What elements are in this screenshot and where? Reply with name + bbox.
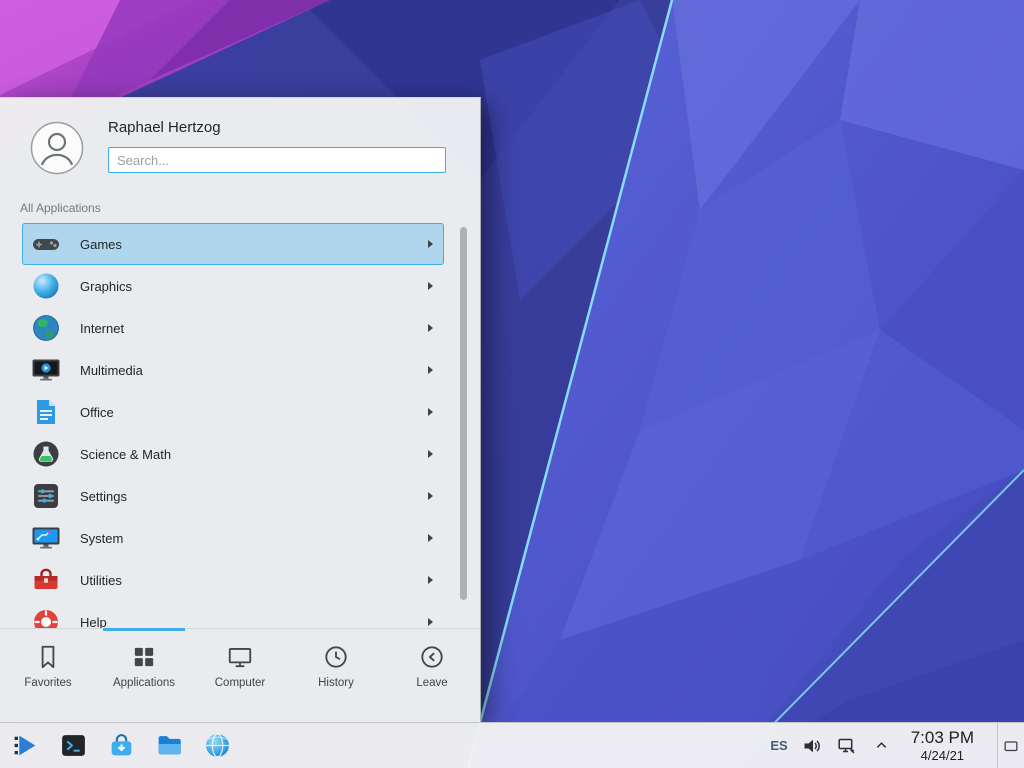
app-category-label: Help [80,615,107,630]
app-category-help[interactable]: Help [22,601,444,629]
tab-applications[interactable]: Applications [96,629,192,723]
submenu-arrow-icon [428,240,433,248]
history-clock-icon [322,643,350,671]
tab-leave[interactable]: Leave [384,629,480,723]
internet-icon [30,312,62,344]
submenu-arrow-icon [428,492,433,500]
tab-label: Leave [416,677,447,689]
search-input[interactable] [108,147,446,173]
app-category-settings[interactable]: Settings [22,475,444,517]
konsole-icon[interactable] [57,730,89,762]
expand-tray-icon[interactable] [871,735,893,757]
tab-label: Applications [113,677,175,689]
app-category-label: Multimedia [80,363,143,378]
show-desktop-icon [1002,737,1020,755]
science-icon [30,438,62,470]
clock-date: 4/24/21 [911,748,974,763]
user-avatar[interactable] [30,121,84,175]
tab-label: Computer [215,677,266,689]
taskbar-launchers [0,730,233,762]
computer-monitor-icon [226,643,254,671]
utilities-icon [30,564,62,596]
tab-label: Favorites [24,677,71,689]
app-category-label: Graphics [80,279,132,294]
volume-icon[interactable] [801,735,823,757]
app-category-system[interactable]: System [22,517,444,559]
submenu-arrow-icon [428,366,433,374]
clock-time: 7:03 PM [911,728,974,748]
tab-history[interactable]: History [288,629,384,723]
app-category-internet[interactable]: Internet [22,307,444,349]
office-icon [30,396,62,428]
digital-clock[interactable]: 7:03 PM 4/24/21 [911,728,974,763]
help-icon [30,606,62,629]
app-category-label: Internet [80,321,124,336]
network-icon[interactable] [836,735,858,757]
file-manager-icon[interactable] [153,730,185,762]
favorites-bookmark-icon [34,643,62,671]
kickoff-launcher-icon[interactable] [9,730,41,762]
app-category-label: Office [80,405,114,420]
app-category-label: Science & Math [80,447,171,462]
app-category-games[interactable]: Games [22,223,444,265]
discover-icon[interactable] [105,730,137,762]
user-name: Raphael Hertzog [108,119,221,136]
list-scrollbar[interactable] [460,227,467,600]
submenu-arrow-icon [428,450,433,458]
submenu-arrow-icon [428,324,433,332]
app-category-science-math[interactable]: Science & Math [22,433,444,475]
leave-exit-icon [418,643,446,671]
app-category-label: Games [80,237,122,252]
system-tray: ES 7:03 PM 4/24/21 [770,723,1024,768]
app-category-label: System [80,531,123,546]
submenu-arrow-icon [428,534,433,542]
app-category-list: Games Graphics [0,223,480,629]
app-category-multimedia[interactable]: Multimedia [22,349,444,391]
submenu-arrow-icon [428,408,433,416]
graphics-icon [30,270,62,302]
submenu-arrow-icon [428,282,433,290]
launcher-tab-strip: Favorites Applications [0,628,480,723]
tab-computer[interactable]: Computer [192,629,288,723]
tab-favorites[interactable]: Favorites [0,629,96,723]
multimedia-icon [30,354,62,386]
games-icon [30,228,62,260]
system-icon [30,522,62,554]
app-category-utilities[interactable]: Utilities [22,559,444,601]
desktop: Raphael Hertzog All Applications Games [0,0,1024,768]
tab-label: History [318,677,354,689]
app-category-label: Utilities [80,573,122,588]
keyboard-layout-indicator[interactable]: ES [770,738,787,753]
section-label: All Applications [20,201,101,215]
app-category-office[interactable]: Office [22,391,444,433]
web-browser-icon[interactable] [201,730,233,762]
applications-grid-icon [130,643,158,671]
app-category-label: Settings [80,489,127,504]
taskbar: ES 7:03 PM 4/24/21 [0,722,1024,768]
app-category-graphics[interactable]: Graphics [22,265,444,307]
submenu-arrow-icon [428,618,433,626]
show-desktop-button[interactable] [997,723,1024,768]
settings-icon [30,480,62,512]
submenu-arrow-icon [428,576,433,584]
application-launcher: Raphael Hertzog All Applications Games [0,97,481,723]
